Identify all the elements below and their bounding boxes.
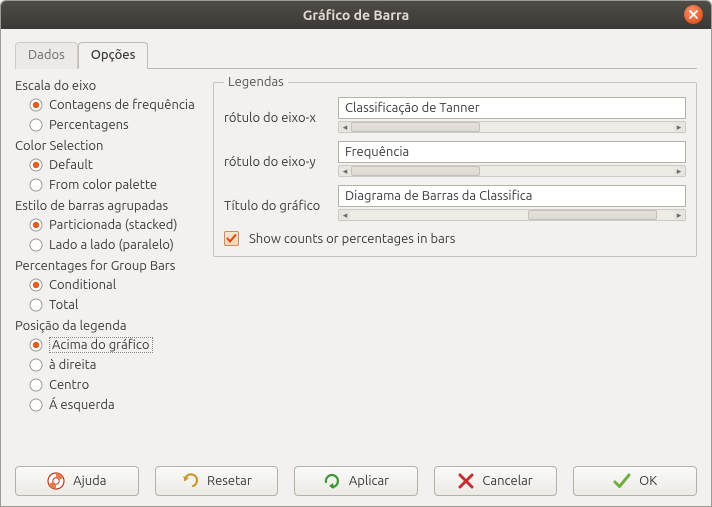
radio-selected-icon <box>29 158 43 172</box>
scroll-right-icon: ▸ <box>673 166 685 176</box>
radio-selected-icon <box>29 278 43 292</box>
check-icon <box>226 233 237 244</box>
button-bar: Ajuda Resetar Aplicar Cancelar OK <box>15 456 697 496</box>
radio-label: Contagens de frequência <box>49 98 195 112</box>
color-selection-label: Color Selection <box>15 139 207 153</box>
x-axis-label-input[interactable] <box>338 97 686 119</box>
help-icon <box>47 472 65 490</box>
chart-title-input[interactable] <box>338 185 686 207</box>
radio-unselected-icon <box>29 238 43 252</box>
window-title: Gráfico de Barra <box>303 7 410 23</box>
scroll-right-icon: ▸ <box>673 210 685 220</box>
radio-label: Default <box>49 158 93 172</box>
y-axis-label-input[interactable] <box>338 141 686 163</box>
titlebar: Gráfico de Barra <box>1 1 711 29</box>
show-counts-label: Show counts or percentages in bars <box>249 232 455 246</box>
y-axis-label-caption: rótulo do eixo-y <box>224 155 330 169</box>
radio-freq-counts[interactable]: Contagens de frequência <box>15 95 207 115</box>
button-label: Cancelar <box>482 474 532 488</box>
radio-stacked[interactable]: Particionada (stacked) <box>15 215 207 235</box>
close-button[interactable] <box>684 5 703 24</box>
scroll-right-icon: ▸ <box>673 122 685 132</box>
grouped-bars-style-label: Estilo de barras agrupadas <box>15 199 207 213</box>
radio-unselected-icon <box>29 358 43 372</box>
tab-opcoes[interactable]: Opções <box>78 42 149 69</box>
axis-scale-label: Escala do eixo <box>15 79 207 93</box>
scroll-left-icon: ◂ <box>339 210 351 220</box>
radio-unselected-icon <box>29 378 43 392</box>
button-label: Ajuda <box>73 474 106 488</box>
radio-legend-right[interactable]: à direita <box>15 355 207 375</box>
close-icon <box>689 10 698 19</box>
radio-label: Particionada (stacked) <box>49 218 177 232</box>
radio-total[interactable]: Total <box>15 295 207 315</box>
cancel-button[interactable]: Cancelar <box>434 466 558 496</box>
tab-dados[interactable]: Dados <box>15 42 78 69</box>
scroll-left-icon: ◂ <box>339 166 351 176</box>
ok-icon <box>613 472 631 490</box>
radio-label: Percentagens <box>49 118 129 132</box>
undo-icon <box>181 472 199 490</box>
radio-unselected-icon <box>29 398 43 412</box>
radio-conditional[interactable]: Conditional <box>15 275 207 295</box>
legends-group: Legendas rótulo do eixo-x ◂ ▸ <box>213 75 697 257</box>
tab-bar: Dados Opções <box>15 41 697 69</box>
ok-button[interactable]: OK <box>573 466 697 496</box>
radio-legend-left[interactable]: Á esquerda <box>15 395 207 415</box>
button-label: Aplicar <box>349 474 389 488</box>
radio-color-default[interactable]: Default <box>15 155 207 175</box>
radio-selected-icon <box>29 98 43 112</box>
chart-title-scroll[interactable]: ◂ ▸ <box>338 209 686 221</box>
apply-icon <box>323 472 341 490</box>
radio-label: Á esquerda <box>49 398 115 412</box>
x-axis-label-scroll[interactable]: ◂ ▸ <box>338 121 686 133</box>
radio-color-palette[interactable]: From color palette <box>15 175 207 195</box>
radio-unselected-icon <box>29 298 43 312</box>
radio-legend-top[interactable]: Acima do gráfico <box>15 335 207 355</box>
radio-label: Total <box>49 298 78 312</box>
radio-selected-icon <box>29 338 43 352</box>
scroll-left-icon: ◂ <box>339 122 351 132</box>
cancel-icon <box>458 473 474 489</box>
radio-unselected-icon <box>29 178 43 192</box>
radio-label: Centro <box>49 378 89 392</box>
radio-side-by-side[interactable]: Lado a lado (paralelo) <box>15 235 207 255</box>
radio-label: From color palette <box>49 178 157 192</box>
help-button[interactable]: Ajuda <box>15 466 139 496</box>
legends-group-title: Legendas <box>224 75 288 89</box>
x-axis-label-caption: rótulo do eixo-x <box>224 111 330 125</box>
radio-label: Lado a lado (paralelo) <box>49 238 174 252</box>
chart-title-caption: Título do gráfico <box>224 199 330 213</box>
reset-button[interactable]: Resetar <box>155 466 279 496</box>
y-axis-label-scroll[interactable]: ◂ ▸ <box>338 165 686 177</box>
radio-selected-icon <box>29 218 43 232</box>
legend-position-label: Posição da legenda <box>15 319 207 333</box>
radio-label: à direita <box>49 358 96 372</box>
show-counts-checkbox[interactable] <box>224 231 239 246</box>
radio-legend-center[interactable]: Centro <box>15 375 207 395</box>
apply-button[interactable]: Aplicar <box>294 466 418 496</box>
radio-percentages[interactable]: Percentagens <box>15 115 207 135</box>
radio-unselected-icon <box>29 118 43 132</box>
radio-label: Conditional <box>49 278 116 292</box>
pct-group-bars-label: Percentages for Group Bars <box>15 259 207 273</box>
button-label: OK <box>639 474 657 488</box>
radio-label: Acima do gráfico <box>49 337 153 353</box>
button-label: Resetar <box>207 474 252 488</box>
